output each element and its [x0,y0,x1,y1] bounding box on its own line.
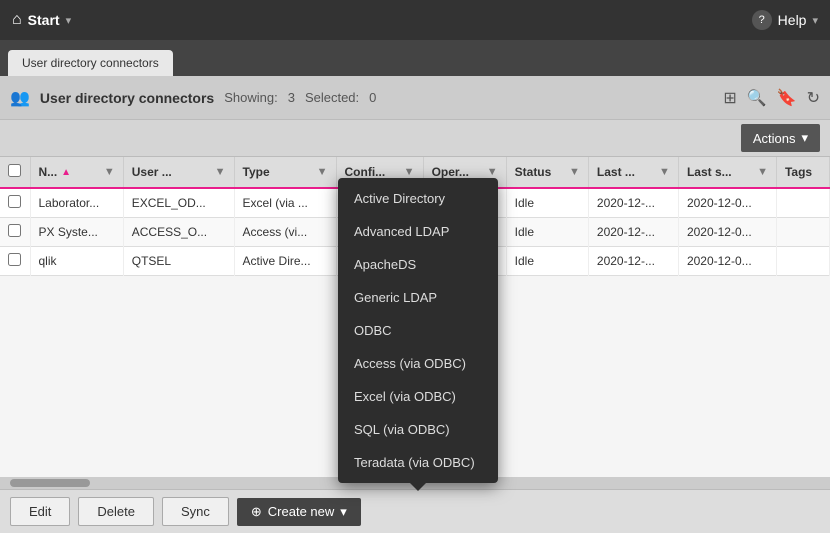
table-cell: EXCEL_OD... [123,188,234,218]
tab-bar: User directory connectors [0,40,830,76]
row-checkbox-cell [0,188,30,218]
toolbar-showing-count: 3 [288,90,295,105]
table-cell: ACCESS_O... [123,218,234,247]
table-cell: 2020-12-0... [678,218,776,247]
table-cell: Active Dire... [234,247,336,276]
bookmark-icon[interactable]: 🔖 [777,88,797,108]
toolbar-selected-count: 0 [369,90,376,105]
refresh-icon[interactable]: ↻ [807,88,820,108]
tab-user-directory-connectors[interactable]: User directory connectors [8,50,173,76]
dropdown-menu-item[interactable]: SQL (via ODBC) [338,413,498,446]
edit-button[interactable]: Edit [10,497,70,526]
table-cell: 2020-12-... [588,188,678,218]
row-checkbox-cell [0,247,30,276]
actions-button[interactable]: Actions ▾ [741,124,820,152]
filter-icon-status[interactable]: ▼ [569,166,580,178]
col-lasts[interactable]: Last s...▼ [678,157,776,188]
table-cell: Excel (via ... [234,188,336,218]
actions-row: Actions ▾ [0,120,830,157]
col-type[interactable]: Type▼ [234,157,336,188]
table-cell: Idle [506,188,588,218]
dropdown-menu-item[interactable]: Access (via ODBC) [338,347,498,380]
start-chevron[interactable]: ▾ [66,14,72,27]
col-user[interactable]: User ...▼ [123,157,234,188]
scroll-thumb[interactable] [10,479,90,487]
row-checkbox[interactable] [8,195,21,208]
dropdown-menu-item[interactable]: Advanced LDAP [338,215,498,248]
plus-icon: ⊕ [251,504,262,520]
table-cell [776,218,829,247]
people-icon: 👥 [10,88,30,108]
toolbar-selected-label: Selected: [305,90,359,105]
dropdown-menu-item[interactable]: Active Directory [338,182,498,215]
table-cell: 2020-12-0... [678,188,776,218]
home-icon: ⌂ [12,11,22,29]
col-name[interactable]: N...▲▼ [30,157,123,188]
row-checkbox[interactable] [8,224,21,237]
dropdown-menu-item[interactable]: Teradata (via ODBC) [338,446,498,479]
actions-label: Actions [753,131,796,146]
search-icon[interactable]: 🔍 [747,88,767,108]
dropdown-menu-item[interactable]: Generic LDAP [338,281,498,314]
table-cell: PX Syste... [30,218,123,247]
col-tags[interactable]: Tags [776,157,829,188]
table-cell: qlik [30,247,123,276]
sort-icon: ▲ [61,167,71,178]
create-new-label: Create new [268,504,334,519]
dropdown-menu-item[interactable]: Excel (via ODBC) [338,380,498,413]
dropdown-menu-item[interactable]: ApacheDS [338,248,498,281]
dropdown-arrow-icon [410,483,426,491]
table-cell: Idle [506,247,588,276]
bottom-bar: Edit Delete Sync ⊕ Create new ▾ Active D… [0,489,830,533]
row-checkbox-cell [0,218,30,247]
filter-icon-user[interactable]: ▼ [215,166,226,178]
filter-icon-lasts[interactable]: ▼ [757,166,768,178]
table-cell: Laborator... [30,188,123,218]
start-label[interactable]: Start [28,12,60,28]
toolbar: 👥 User directory connectors Showing: 3 S… [0,76,830,120]
actions-chevron: ▾ [801,130,808,146]
table-cell: 2020-12-... [588,247,678,276]
table-cell: Access (vi... [234,218,336,247]
filter-icon-config[interactable]: ▼ [404,166,415,178]
filter-icon-oper[interactable]: ▼ [487,166,498,178]
create-new-dropdown: Active DirectoryAdvanced LDAPApacheDSGen… [338,178,498,483]
col-last[interactable]: Last ...▼ [588,157,678,188]
col-checkbox[interactable] [0,157,30,188]
table-cell: QTSEL [123,247,234,276]
toolbar-showing-label: Showing: [224,90,277,105]
help-question-icon: ? [752,10,772,30]
table-cell: Idle [506,218,588,247]
row-checkbox[interactable] [8,253,21,266]
main-area: 👥 User directory connectors Showing: 3 S… [0,76,830,533]
toolbar-title: User directory connectors [40,90,214,106]
tab-label: User directory connectors [22,56,159,70]
table-cell [776,247,829,276]
create-new-chevron: ▾ [340,504,347,520]
filter-icon-type[interactable]: ▼ [317,166,328,178]
table-cell: 2020-12-... [588,218,678,247]
top-nav: ⌂ Start ▾ ? Help ▾ [0,0,830,40]
dropdown-menu-item[interactable]: ODBC [338,314,498,347]
grid-icon[interactable]: ⊞ [723,88,736,108]
filter-icon-last[interactable]: ▼ [659,166,670,178]
sync-button[interactable]: Sync [162,497,229,526]
help-chevron[interactable]: ▾ [812,14,818,27]
table-cell [776,188,829,218]
col-status[interactable]: Status▼ [506,157,588,188]
nav-right: ? Help ▾ [752,10,818,30]
table-cell: 2020-12-0... [678,247,776,276]
filter-icon-name[interactable]: ▼ [104,166,115,178]
select-all-checkbox[interactable] [8,164,21,177]
delete-button[interactable]: Delete [78,497,154,526]
help-label[interactable]: Help [778,12,807,28]
create-new-button[interactable]: ⊕ Create new ▾ [237,498,361,526]
nav-left: ⌂ Start ▾ [12,11,71,29]
